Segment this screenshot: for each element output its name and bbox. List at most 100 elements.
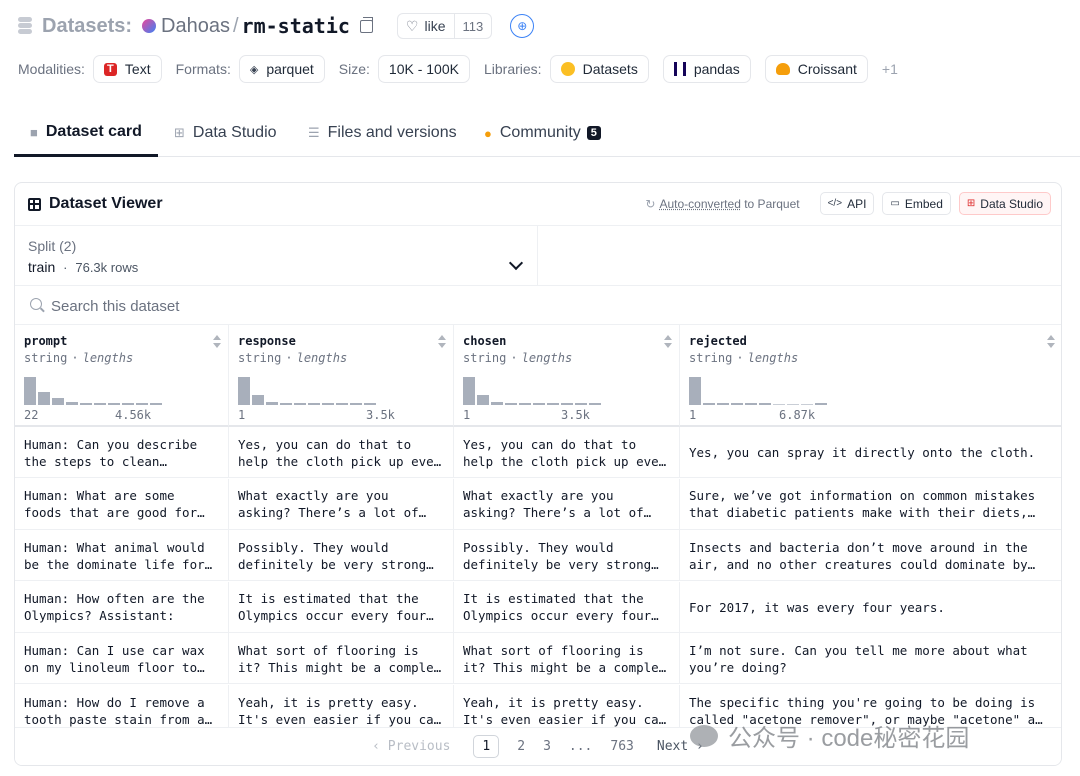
histogram-bar[interactable] (364, 403, 376, 405)
table-cell-response[interactable]: It is estimated that the Olympics occur … (229, 581, 454, 633)
search-input[interactable] (51, 294, 951, 318)
histogram-bar[interactable] (505, 403, 517, 405)
histogram-bar[interactable] (280, 403, 292, 405)
table-cell-rejected[interactable]: Insects and bacteria don’t move around i… (680, 530, 1061, 581)
histogram-bar[interactable] (773, 404, 785, 405)
table-cell-response[interactable]: What sort of flooring is it? This might … (229, 633, 454, 685)
table-cell-prompt[interactable]: Human: How often are the Olympics? Assis… (15, 581, 229, 633)
library-chip-datasets[interactable]: Datasets (549, 55, 649, 83)
size-chip[interactable]: 10K - 100K (377, 55, 470, 83)
histogram-bar[interactable] (745, 403, 757, 405)
histogram-bar[interactable] (477, 395, 489, 405)
histogram-bar[interactable] (575, 403, 587, 405)
last-page-button[interactable]: 763 (610, 739, 633, 754)
embed-button[interactable]: ▭ Embed (882, 192, 951, 215)
table-row[interactable]: Human: Can I use car wax on my linoleum … (15, 633, 1061, 685)
follow-icon[interactable]: ⊕ (510, 14, 535, 38)
histogram-bar[interactable] (66, 402, 78, 405)
data-studio-button[interactable]: ⊞ Data Studio (958, 192, 1051, 215)
page-2-button[interactable]: 2 (517, 739, 525, 754)
column-header-prompt[interactable]: prompt string · lengths 22 4.56k (15, 325, 229, 427)
table-row[interactable]: Human: What animal would be the dominate… (15, 530, 1061, 582)
histogram-bar[interactable] (24, 377, 36, 405)
tab-community[interactable]: ● Community 5 (468, 110, 617, 156)
chevron-down-icon[interactable] (508, 255, 524, 271)
histogram-bar[interactable] (689, 377, 701, 405)
tab-files-and-versions[interactable]: ☰ Files and versions (292, 110, 473, 156)
copy-icon[interactable] (359, 16, 373, 33)
like-button[interactable]: ♡ like 113 (396, 13, 493, 39)
tab-dataset-card[interactable]: ■ Dataset card (14, 110, 158, 157)
histogram-bar[interactable] (52, 398, 64, 405)
sort-icon[interactable] (1047, 335, 1055, 349)
histogram-bar[interactable] (336, 403, 348, 405)
table-cell-rejected[interactable]: Yes, you can spray it directly onto the … (680, 427, 1061, 478)
table-cell-chosen[interactable]: Yes, you can do that to help the cloth p… (454, 427, 680, 478)
histogram-bar[interactable] (94, 403, 106, 405)
table-cell-rejected[interactable]: For 2017, it was every four years. (680, 582, 1061, 633)
histogram-bar[interactable] (491, 402, 503, 405)
histogram-bar[interactable] (787, 404, 799, 405)
table-cell-prompt[interactable]: Human: What are some foods that are good… (15, 478, 229, 530)
table-cell-prompt[interactable]: Human: Can you describe the steps to cle… (15, 427, 229, 478)
histogram-bar[interactable] (238, 377, 250, 405)
histogram-bar[interactable] (252, 395, 264, 405)
histogram-bar[interactable] (703, 403, 715, 405)
histogram-bar[interactable] (801, 404, 813, 405)
auto-converted-link[interactable]: Auto-converted (659, 197, 740, 211)
table-cell-response[interactable]: What exactly are you asking? There’s a l… (229, 478, 454, 530)
repo-name[interactable]: rm-static (242, 14, 350, 38)
api-button[interactable]: </> API (819, 192, 875, 215)
histogram-bar[interactable] (294, 403, 306, 405)
table-cell-rejected[interactable]: I’m not sure. Can you tell me more about… (680, 633, 1061, 684)
datasets-label[interactable]: Datasets: (42, 15, 132, 38)
format-chip[interactable]: ◈ parquet (238, 55, 325, 83)
org-link[interactable]: Dahoas (161, 15, 230, 38)
table-cell-response[interactable]: Possibly. They would definitely be very … (229, 530, 454, 582)
more-libraries[interactable]: +1 (882, 61, 898, 77)
histogram-bar[interactable] (731, 403, 743, 405)
histogram-bar[interactable] (350, 403, 362, 405)
org-avatar[interactable] (142, 19, 157, 33)
table-cell-response[interactable]: Yes, you can do that to help the cloth p… (229, 427, 454, 478)
table-cell-chosen[interactable]: Possibly. They would definitely be very … (454, 530, 680, 582)
table-cell-chosen[interactable]: What sort of flooring is it? This might … (454, 633, 680, 685)
histogram-bar[interactable] (547, 403, 559, 405)
histogram-bar[interactable] (150, 403, 162, 405)
page-3-button[interactable]: 3 (543, 739, 551, 754)
page-1-button[interactable]: 1 (473, 735, 500, 758)
column-header-rejected[interactable]: rejected string · lengths 1 6.87k (680, 325, 1061, 427)
histogram-bar[interactable] (815, 403, 827, 405)
histogram-bar[interactable] (717, 403, 729, 405)
sort-icon[interactable] (438, 335, 446, 349)
table-cell-rejected[interactable]: Sure, we’ve got information on common mi… (680, 479, 1061, 530)
histogram-bar[interactable] (308, 403, 320, 405)
histogram-bar[interactable] (108, 403, 120, 405)
histogram-bar[interactable] (519, 403, 531, 405)
sort-icon[interactable] (213, 335, 221, 349)
table-cell-prompt[interactable]: Human: What animal would be the dominate… (15, 530, 229, 582)
histogram-bar[interactable] (759, 403, 771, 405)
sort-icon[interactable] (664, 335, 672, 349)
table-cell-prompt[interactable]: Human: Can I use car wax on my linoleum … (15, 633, 229, 685)
table-row[interactable]: Human: What are some foods that are good… (15, 478, 1061, 530)
histogram-bar[interactable] (589, 403, 601, 405)
tab-data-studio[interactable]: ⊞ Data Studio (158, 110, 293, 156)
histogram-bar[interactable] (266, 402, 278, 405)
histogram-bar[interactable] (533, 403, 545, 405)
library-chip-croissant[interactable]: Croissant (764, 55, 868, 83)
table-cell-chosen[interactable]: What exactly are you asking? There’s a l… (454, 478, 680, 530)
histogram-bar[interactable] (561, 403, 573, 405)
previous-page-button[interactable]: ‹ Previous (372, 739, 450, 754)
modality-chip[interactable]: T Text (92, 55, 162, 83)
histogram-bar[interactable] (322, 403, 334, 405)
library-chip-pandas[interactable]: pandas (662, 55, 751, 83)
table-row[interactable]: Human: How often are the Olympics? Assis… (15, 581, 1061, 633)
histogram-bar[interactable] (80, 403, 92, 405)
histogram-bar[interactable] (38, 392, 50, 405)
table-cell-chosen[interactable]: It is estimated that the Olympics occur … (454, 581, 680, 633)
histogram-bar[interactable] (122, 403, 134, 405)
table-row[interactable]: Human: Can you describe the steps to cle… (15, 427, 1061, 478)
like-count[interactable]: 113 (453, 14, 492, 38)
histogram-bar[interactable] (463, 377, 475, 405)
